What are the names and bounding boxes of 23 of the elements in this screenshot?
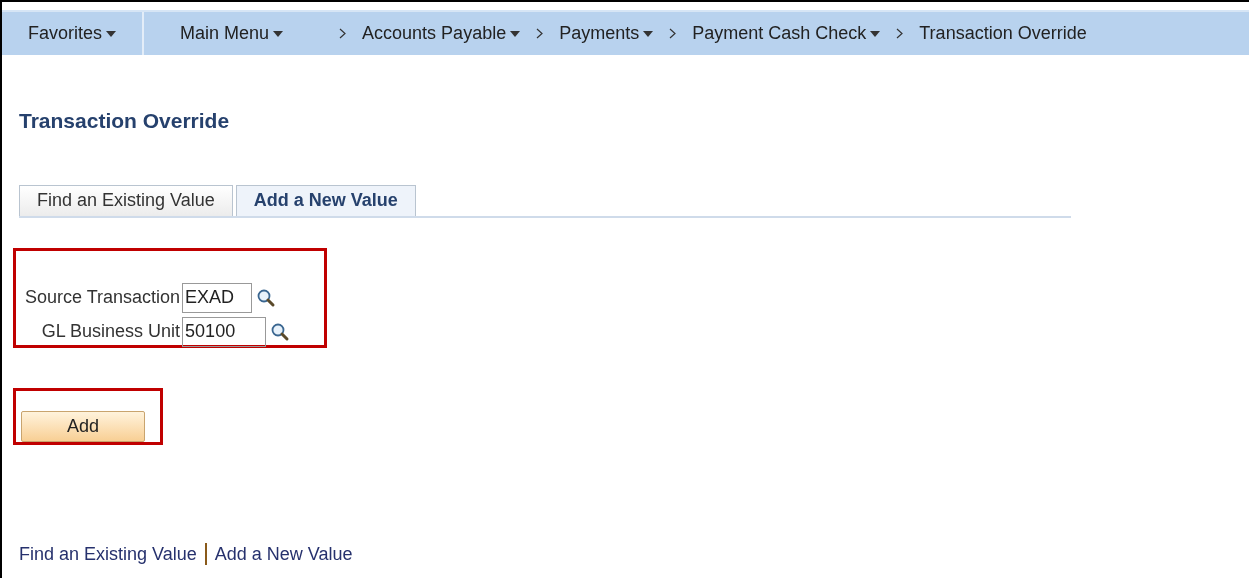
tab[interactable]: Find an Existing Value (19, 184, 233, 216)
input-field[interactable]: 50100 (182, 316, 267, 347)
search-icon[interactable] (256, 287, 277, 308)
page-title: Transaction Override (19, 108, 231, 134)
field-label: Source Transaction (25, 286, 181, 309)
caret-icon (510, 30, 521, 37)
caret-icon (106, 30, 117, 37)
field-label: GL Business Unit (40, 320, 181, 343)
footer-link[interactable]: Find an Existing Value (19, 540, 197, 568)
nav-menu-item[interactable]: Payments (559, 20, 654, 47)
nav-menu-item[interactable]: Main Menu (144, 20, 324, 47)
tab[interactable]: Add a New Value (235, 184, 416, 216)
add-button[interactable]: Add (21, 410, 145, 442)
footer-link[interactable]: Add a New Value (214, 540, 353, 568)
caret-icon (870, 30, 881, 37)
caret-icon (273, 30, 284, 37)
nav-menu-item[interactable]: Favorites (2, 20, 143, 47)
search-icon[interactable] (270, 321, 291, 342)
input-field[interactable]: EXAD (182, 282, 253, 313)
caret-icon (643, 30, 654, 37)
nav-menu-item[interactable]: Accounts Payable (362, 20, 521, 47)
nav-menu-item[interactable]: Payment Cash Check (692, 20, 881, 47)
nav-menu-item[interactable]: Transaction Override (919, 20, 1087, 47)
